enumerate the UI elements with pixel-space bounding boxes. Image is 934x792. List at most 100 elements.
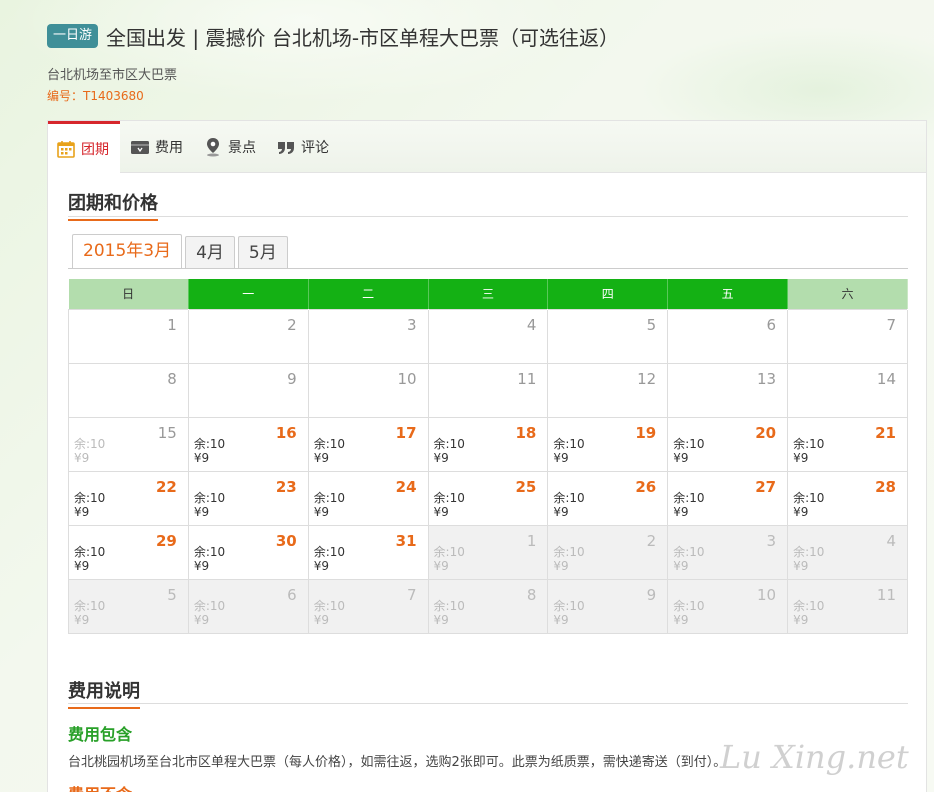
- calendar-day-info: 余:10 ¥9: [553, 437, 584, 465]
- remaining-seats: 余:10: [193, 490, 226, 505]
- calendar-day-cell: 1: [68, 308, 189, 364]
- calendar-day-number: 8: [167, 369, 177, 388]
- watermark: Lu Xing.net: [720, 738, 909, 776]
- calendar-day-info: 余:10 ¥9: [74, 437, 105, 465]
- calendar-day-cell[interactable]: 27 余:10 ¥9: [667, 470, 789, 526]
- calendar-day-cell[interactable]: 29 余:10 ¥9: [68, 524, 189, 580]
- remaining-seats: 余:10: [74, 436, 106, 451]
- tour-type-badge: 一日游: [47, 24, 99, 48]
- calendar-day-number: 10: [756, 585, 777, 604]
- wallet-icon: [131, 140, 149, 154]
- calendar-day-info: 余:10 ¥9: [793, 599, 824, 627]
- calendar-day-info: 余:10 ¥9: [793, 437, 824, 465]
- calendar-day-cell: 7 余:10 ¥9: [307, 578, 429, 634]
- calendar-day-number: 9: [287, 369, 297, 388]
- calendar-day-number: 10: [397, 369, 417, 388]
- calendar-day-cell[interactable]: 30 余:10 ¥9: [187, 524, 309, 580]
- month-tabs-divider: [68, 268, 908, 269]
- calendar-day-info: 余:10 ¥9: [434, 599, 465, 627]
- calendar-week-row: 8 9 10 11 12 13 14: [68, 362, 908, 418]
- month-tab-april[interactable]: 4月: [185, 236, 235, 268]
- fee-include-text: 台北桃园机场至台北市区单程大巴票（每人价格），如需往返，选购2张即可。此票为纸质…: [68, 755, 727, 770]
- detail-tabs: 团期 费用 景点 评论: [48, 121, 926, 173]
- day-price: ¥9: [673, 450, 689, 465]
- calendar-day-cell[interactable]: 18 余:10 ¥9: [427, 416, 549, 472]
- calendar-day-info: 余:10 ¥9: [793, 491, 824, 519]
- calendar-day-cell: 3: [307, 308, 429, 364]
- month-tabs: 2015年3月 4月 5月: [72, 234, 291, 268]
- remaining-seats: 余:10: [673, 544, 705, 559]
- calendar-day-cell[interactable]: 17 余:10 ¥9: [307, 416, 429, 472]
- calendar-day-info: 余:10 ¥9: [194, 437, 225, 465]
- day-price: ¥9: [74, 504, 90, 519]
- tab-sights[interactable]: 景点: [193, 121, 266, 172]
- calendar-day-number: 7: [406, 585, 417, 604]
- month-tab-march[interactable]: 2015年3月: [72, 234, 183, 268]
- calendar-day-number: 25: [515, 477, 537, 496]
- day-price: ¥9: [74, 612, 90, 627]
- calendar-day-number: 6: [766, 315, 777, 334]
- calendar-day-number: 17: [395, 423, 417, 442]
- calendar-day-cell[interactable]: 20 余:10 ¥9: [667, 416, 789, 472]
- calendar-day-number: 20: [755, 423, 777, 442]
- calendar-day-number: 8: [526, 585, 537, 604]
- day-price: ¥9: [433, 504, 449, 519]
- calendar-day-cell: 7: [787, 308, 908, 364]
- calendar-day-info: 余:10 ¥9: [194, 491, 225, 519]
- calendar-day-cell[interactable]: 31 余:10 ¥9: [307, 524, 429, 580]
- month-tab-may[interactable]: 5月: [237, 236, 288, 268]
- calendar-day-cell[interactable]: 25 余:10 ¥9: [427, 470, 549, 526]
- calendar-day-info: 余:10 ¥9: [673, 545, 704, 573]
- day-price: ¥9: [74, 558, 90, 573]
- calendar-day-number: 26: [635, 477, 657, 496]
- calendar-day-cell[interactable]: 21 余:10 ¥9: [787, 416, 908, 472]
- day-price: ¥9: [793, 504, 809, 519]
- calendar-day-cell[interactable]: 22 余:10 ¥9: [68, 470, 189, 526]
- calendar-day-number: 22: [155, 477, 177, 496]
- remaining-seats: 余:10: [74, 490, 106, 505]
- remaining-seats: 余:10: [793, 490, 825, 505]
- calendar-day-info: 余:10 ¥9: [74, 545, 105, 573]
- calendar-week-row: 15 余:10 ¥9 16 余:10 ¥9 17 余:10 ¥9 18 余:10 ¥9 19 余:10 ¥9…: [68, 416, 908, 472]
- remaining-seats: 余:10: [74, 598, 106, 613]
- calendar-day-cell[interactable]: 26 余:10 ¥9: [547, 470, 669, 526]
- tab-dates[interactable]: 团期: [48, 121, 120, 173]
- dates-section-title: 团期和价格: [68, 189, 158, 221]
- calendar-day-number: 14: [876, 369, 896, 388]
- calendar-day-cell: 4: [427, 308, 549, 364]
- tab-fees[interactable]: 费用: [120, 121, 193, 172]
- calendar-day-cell: 2 余:10 ¥9: [547, 524, 669, 580]
- remaining-seats: 余:10: [433, 598, 465, 613]
- calendar-day-number: 2: [646, 531, 657, 550]
- calendar-day-cell[interactable]: 24 余:10 ¥9: [307, 470, 429, 526]
- remaining-seats: 余:10: [433, 544, 465, 559]
- day-price: ¥9: [673, 612, 689, 627]
- remaining-seats: 余:10: [433, 436, 465, 451]
- day-price: ¥9: [553, 612, 569, 627]
- day-price: ¥9: [193, 612, 210, 627]
- calendar-day-cell: 13: [667, 362, 789, 418]
- calendar-day-info: 余:10 ¥9: [553, 545, 584, 573]
- remaining-seats: 余:10: [553, 544, 585, 559]
- calendar-day-info: 余:10 ¥9: [793, 545, 824, 573]
- day-price: ¥9: [793, 450, 809, 465]
- calendar-week-row: 5 余:10 ¥9 6 余:10 ¥9 7 余:10 ¥9 8 余:10 ¥9 9 余:10 ¥9 10 余:1…: [68, 578, 908, 634]
- calendar-day-cell: 10 余:10 ¥9: [667, 578, 789, 634]
- calendar-day-cell[interactable]: 19 余:10 ¥9: [547, 416, 669, 472]
- product-subtitle: 台北机场至市区大巴票: [47, 68, 178, 83]
- calendar-day-cell: 9 余:10 ¥9: [547, 578, 669, 634]
- calendar-day-number: 13: [756, 369, 777, 388]
- remaining-seats: 余:10: [793, 598, 825, 613]
- weekday-header: 一: [188, 279, 309, 309]
- day-price: ¥9: [793, 612, 809, 627]
- calendar-day-cell[interactable]: 16 余:10 ¥9: [187, 416, 309, 472]
- remaining-seats: 余:10: [553, 598, 585, 613]
- calendar-day-cell[interactable]: 28 余:10 ¥9: [787, 470, 908, 526]
- calendar-day-cell: 8 余:10 ¥9: [427, 578, 549, 634]
- calendar-day-cell: 11: [427, 362, 549, 418]
- day-price: ¥9: [673, 504, 689, 519]
- calendar-day-number: 4: [526, 315, 537, 334]
- quote-icon: [278, 141, 294, 154]
- tab-reviews[interactable]: 评论: [266, 121, 339, 172]
- calendar-day-cell[interactable]: 23 余:10 ¥9: [187, 470, 309, 526]
